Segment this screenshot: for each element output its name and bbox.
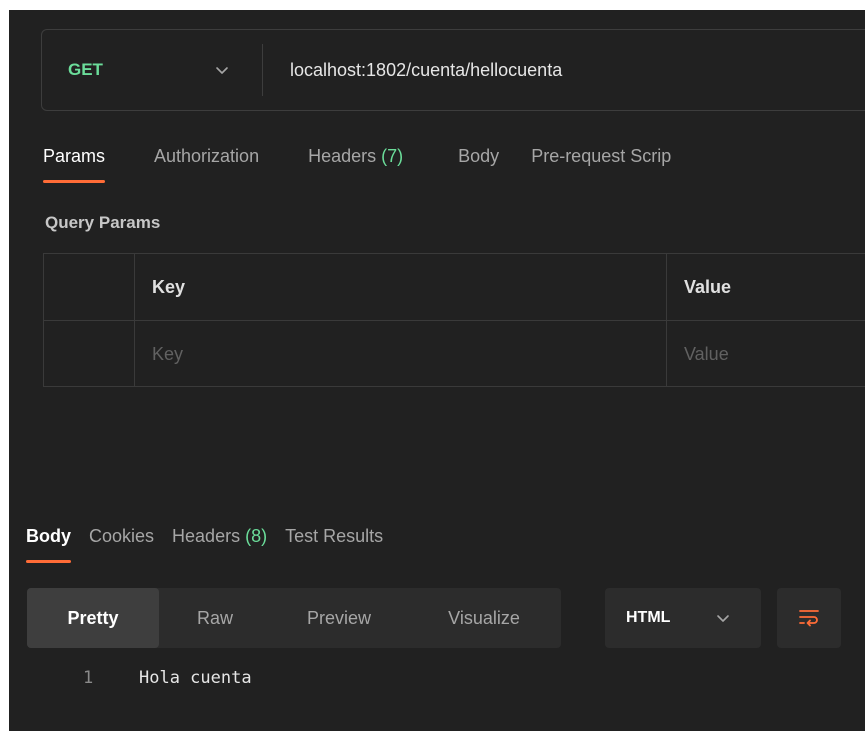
tab-body[interactable]: Body (458, 146, 499, 183)
response-tab-headers[interactable]: Headers (8) (172, 526, 267, 563)
view-raw-button[interactable]: Raw (159, 588, 271, 648)
request-url-bar: GET localhost:1802/cuenta/hellocuenta (41, 29, 865, 111)
url-text: localhost:1802/cuenta/hellocuenta (290, 59, 563, 80)
headers-count: (7) (381, 146, 404, 166)
line-number: 1 (83, 668, 94, 688)
chevron-down-icon (717, 615, 729, 622)
format-select[interactable]: HTML (605, 588, 761, 648)
query-params-title: Query Params (45, 213, 161, 232)
response-headers-count: (8) (245, 526, 268, 546)
query-params-table: Key Value Key Value (43, 253, 865, 387)
divider (262, 44, 263, 96)
tab-headers[interactable]: Headers (7) (308, 146, 403, 183)
value-input[interactable]: Value (684, 321, 865, 387)
key-input[interactable]: Key (152, 321, 652, 387)
view-preview-button[interactable]: Preview (271, 588, 407, 648)
method-label: GET (68, 60, 103, 79)
view-pretty-button[interactable]: Pretty (27, 588, 159, 648)
tab-pre-request-script[interactable]: Pre-request Scrip (531, 146, 671, 183)
response-tab-cookies[interactable]: Cookies (89, 526, 154, 563)
response-body-text: Hola cuenta (139, 668, 252, 688)
tab-authorization[interactable]: Authorization (154, 146, 259, 183)
response-tab-body[interactable]: Body (26, 526, 71, 563)
postman-window: GET localhost:1802/cuenta/hellocuenta Pa… (9, 10, 865, 731)
view-visualize-button[interactable]: Visualize (407, 588, 561, 648)
response-tabs: Body Cookies Headers (8) Test Results (26, 526, 383, 563)
wrap-lines-icon (799, 610, 819, 627)
column-header-key: Key (152, 276, 186, 297)
format-label: HTML (626, 609, 671, 626)
column-header-value: Value (684, 276, 732, 297)
code-line: 1 Hola cuenta (9, 668, 609, 692)
response-tab-test-results[interactable]: Test Results (285, 526, 383, 563)
view-mode-group: Pretty Raw Preview Visualize (27, 588, 561, 648)
tab-params[interactable]: Params (43, 146, 106, 183)
url-input[interactable]: localhost:1802/cuenta/hellocuenta (290, 30, 562, 110)
request-tabs: Params Authorization Headers (7) Body Pr… (43, 146, 671, 183)
wrap-lines-button[interactable] (777, 588, 841, 648)
chevron-down-icon[interactable] (214, 62, 230, 78)
method-select[interactable]: GET (68, 30, 103, 110)
